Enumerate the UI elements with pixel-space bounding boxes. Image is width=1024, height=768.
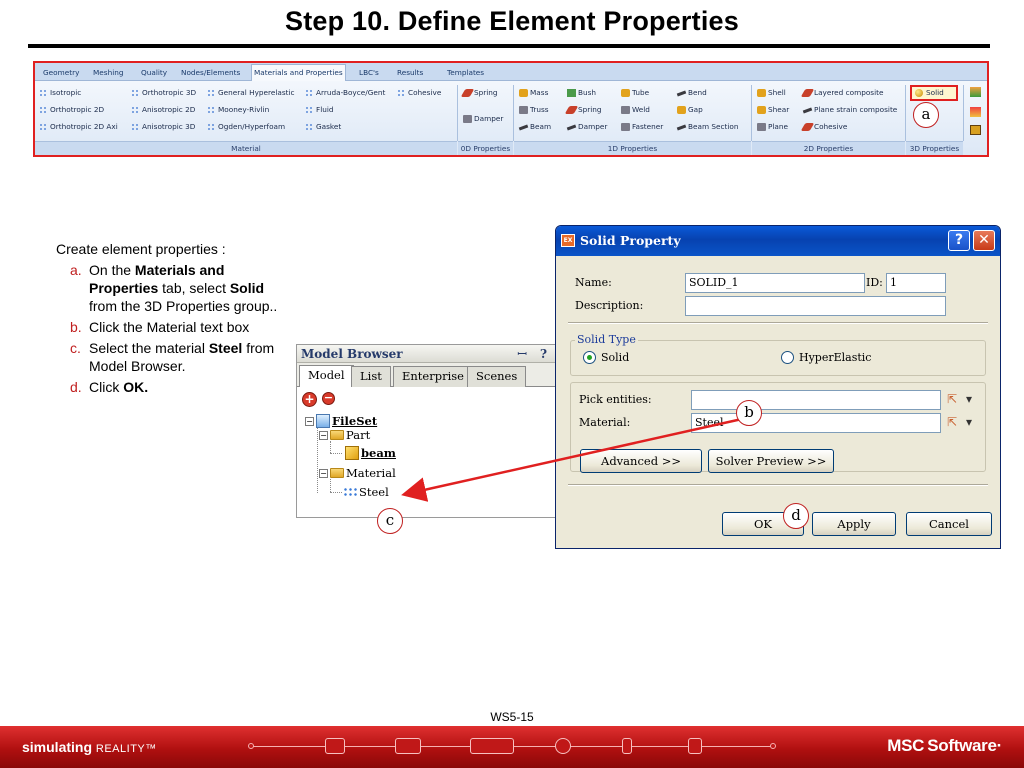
gear-icon [555,738,571,754]
phone-icon [622,738,632,754]
slogan-bold: simulating [22,739,93,755]
callout-b: b [736,400,762,426]
msc-software-logo: MSC Software· [887,736,1002,755]
car-icon [395,738,421,754]
page-number: WS5-15 [490,710,534,724]
callout-d: d [783,503,809,529]
airplane-icon [325,738,345,754]
callout-c: c [377,508,403,534]
slogan-thin: REALITY™ [95,743,157,755]
pointer-arrow [401,417,743,502]
footer-bar: simulating REALITY™ MSC Software· [0,726,1024,768]
person-icon [688,738,702,754]
train-icon [470,738,514,754]
track-dot-icon [770,743,776,749]
footer-slogan: simulating REALITY™ [22,739,157,755]
track-dot-icon [248,743,254,749]
